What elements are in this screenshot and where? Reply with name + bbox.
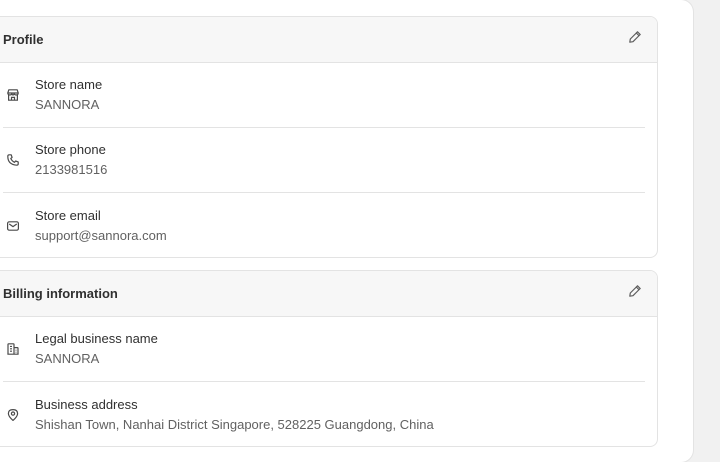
profile-card-header: Profile bbox=[0, 17, 657, 63]
pencil-icon bbox=[629, 30, 641, 43]
settings-panel: Profile Store name SANNORA Store phone 2… bbox=[0, 0, 693, 462]
store-name-label: Store name bbox=[35, 77, 103, 92]
business-address-label: Business address bbox=[35, 396, 138, 412]
email-icon bbox=[7, 220, 20, 231]
profile-row-store-name: Store name SANNORA bbox=[3, 63, 645, 128]
profile-row-store-phone: Store phone 2133981516 bbox=[3, 128, 645, 193]
billing-edit-button[interactable] bbox=[625, 281, 645, 301]
store-phone-value: 2133981516 bbox=[35, 162, 108, 177]
store-name-value: SANNORA bbox=[35, 97, 100, 112]
pencil-icon bbox=[629, 284, 641, 297]
location-pin-icon bbox=[7, 408, 19, 421]
profile-edit-button[interactable] bbox=[625, 27, 645, 47]
billing-card-header: Billing information bbox=[0, 271, 657, 317]
legal-business-name-label: Legal business name bbox=[35, 331, 158, 346]
business-address-value: Shishan Town, Nanhai District Singapore,… bbox=[35, 416, 434, 432]
profile-card-title: Profile bbox=[3, 32, 44, 47]
billing-rows: Legal business name SANNORA Business add… bbox=[0, 317, 657, 446]
store-email-label: Store email bbox=[35, 207, 101, 223]
building-icon bbox=[7, 343, 19, 355]
profile-rows: Store name SANNORA Store phone 213398151… bbox=[0, 63, 657, 257]
store-icon bbox=[7, 89, 19, 101]
billing-row-address: Business address Shishan Town, Nanhai Di… bbox=[3, 382, 645, 446]
billing-row-legal-name: Legal business name SANNORA bbox=[3, 317, 645, 382]
store-email-value: support@sannora.com bbox=[35, 227, 167, 243]
billing-card: Billing information Legal business name … bbox=[0, 270, 658, 447]
billing-card-title: Billing information bbox=[3, 286, 118, 301]
phone-icon bbox=[7, 154, 19, 166]
store-phone-label: Store phone bbox=[35, 142, 106, 157]
legal-business-name-value: SANNORA bbox=[35, 351, 100, 366]
profile-row-store-email: Store email support@sannora.com bbox=[3, 193, 645, 257]
profile-card: Profile Store name SANNORA Store phone 2… bbox=[0, 16, 658, 258]
